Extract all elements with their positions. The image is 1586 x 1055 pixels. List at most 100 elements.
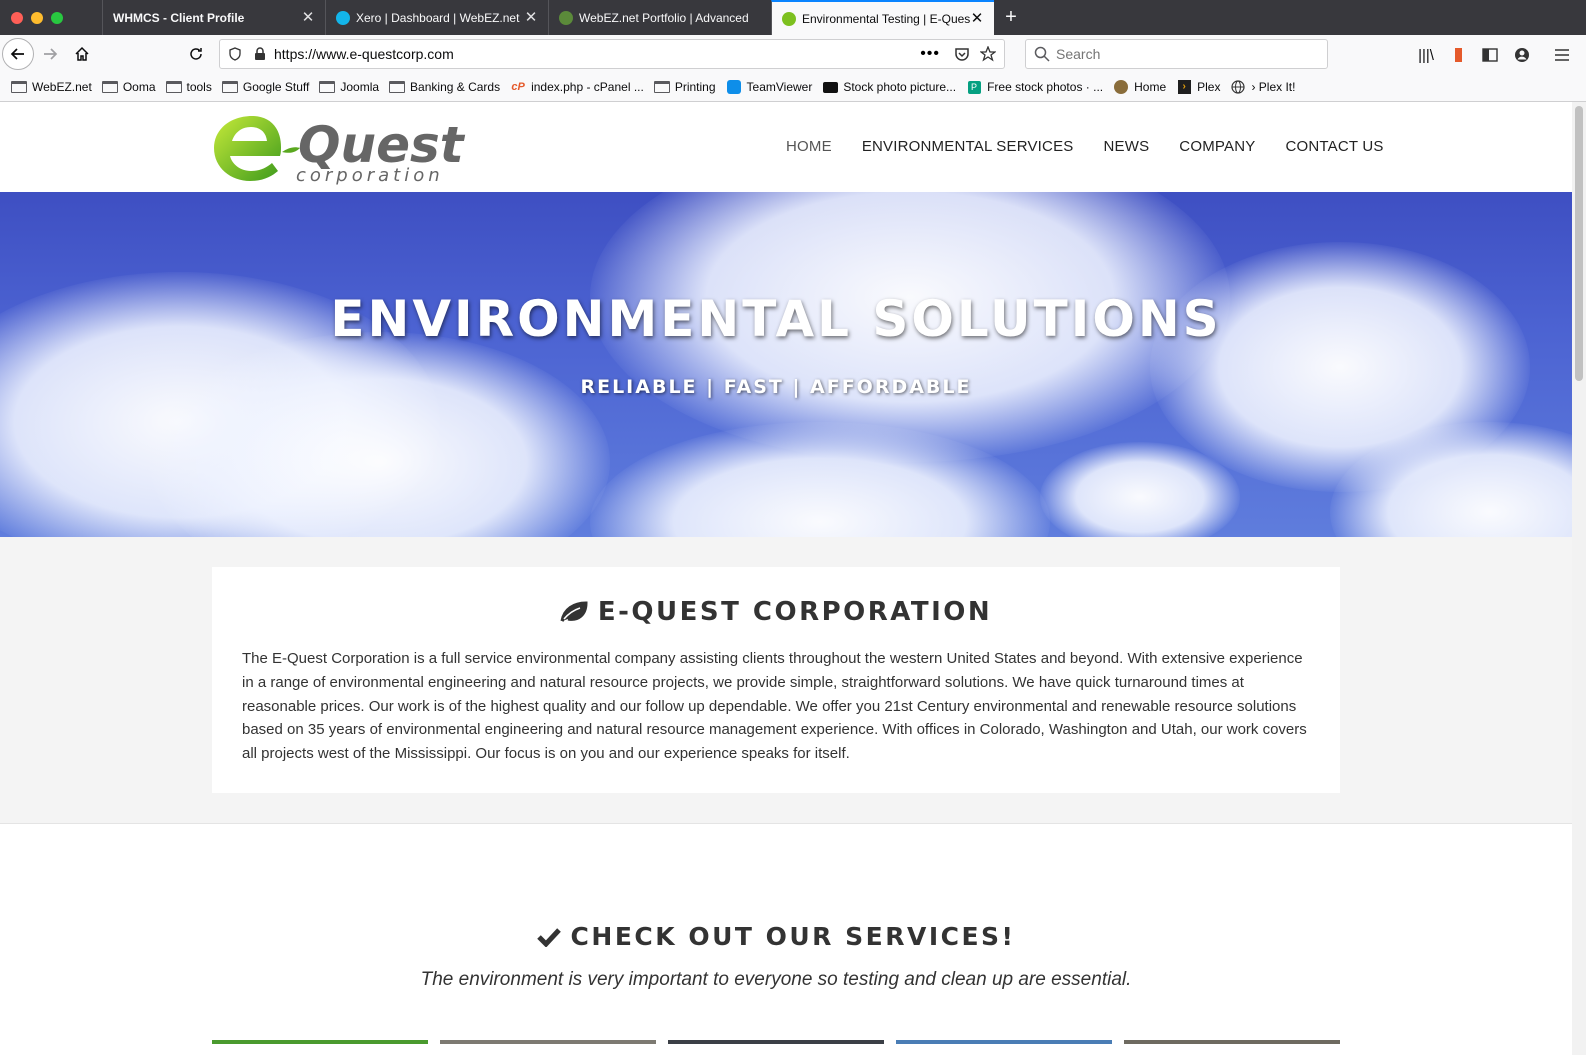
window-controls: [0, 0, 102, 35]
page-actions-icon[interactable]: •••: [920, 45, 940, 63]
url-text: https://www.e-questcorp.com: [274, 46, 454, 62]
library-icon: |||\: [1418, 46, 1434, 64]
bookmark-item[interactable]: TeamViewer: [723, 80, 820, 94]
tracking-shield-icon[interactable]: [228, 47, 242, 61]
pocket-icon[interactable]: [954, 46, 970, 62]
bookmark-item[interactable]: Home: [1110, 80, 1173, 94]
bookmark-label: tools: [186, 80, 212, 94]
folder-icon: [389, 81, 406, 94]
services-thumbnails: [212, 1040, 1340, 1044]
tab-webez-portfolio[interactable]: WebEZ.net Portfolio | Advanced: [548, 0, 771, 35]
forward-arrow-icon: [44, 48, 58, 60]
search-input[interactable]: [1056, 46, 1306, 62]
cpanel-icon: cP: [511, 81, 525, 93]
library-button[interactable]: |||\: [1410, 39, 1442, 71]
bookmark-star-icon[interactable]: [980, 46, 996, 62]
about-card: E-QUEST CORPORATION The E-Quest Corporat…: [212, 567, 1340, 793]
folder-icon: [101, 81, 118, 94]
nav-company[interactable]: COMPANY: [1179, 138, 1255, 155]
reload-icon: [190, 48, 202, 60]
bookmark-item[interactable]: › Plex: [1173, 80, 1227, 94]
extension-icon: [1454, 48, 1462, 62]
bookmark-item[interactable]: › Plex It!: [1227, 80, 1302, 94]
bookmark-item[interactable]: Ooma: [99, 80, 163, 94]
leaf-icon: [560, 601, 588, 622]
bookmark-item[interactable]: cP index.php - cPanel ...: [507, 80, 651, 94]
service-thumbnail[interactable]: [440, 1040, 656, 1044]
bookmark-label: index.php - cPanel ...: [531, 80, 644, 94]
about-title-text: E-QUEST CORPORATION: [597, 597, 993, 627]
tab-whmcs[interactable]: WHMCS - Client Profile ✕: [102, 0, 325, 35]
bookmark-item[interactable]: Printing: [651, 80, 723, 94]
folder-icon: [319, 81, 336, 94]
nav-environmental-services[interactable]: ENVIRONMENTAL SERVICES: [862, 138, 1074, 155]
bookmarks-toolbar: WebEZ.net Ooma tools Google Stuff Joomla…: [0, 73, 1586, 102]
minimize-window-button[interactable]: [31, 11, 43, 24]
folder-icon: [165, 81, 182, 94]
nav-contact-us[interactable]: CONTACT US: [1285, 138, 1383, 155]
bookmark-label: Banking & Cards: [410, 80, 501, 94]
close-window-button[interactable]: [11, 11, 23, 24]
forward-button[interactable]: [34, 38, 66, 70]
home-site-icon: [1113, 80, 1129, 94]
tab-title: WebEZ.net Portfolio | Advanced: [579, 10, 749, 25]
page-scrollbar[interactable]: [1572, 102, 1586, 1055]
bookmark-label: WebEZ.net: [32, 80, 92, 94]
hero-subtitle: RELIABLE | FAST | AFFORDABLE: [580, 376, 972, 398]
hero-banner: ENVIRONMENTAL SOLUTIONS RELIABLE | FAST …: [0, 192, 1572, 537]
zoom-window-button[interactable]: [51, 11, 63, 24]
close-tab-icon[interactable]: ✕: [524, 10, 538, 25]
address-bar[interactable]: https://www.e-questcorp.com •••: [219, 39, 1005, 69]
menu-button[interactable]: [1546, 39, 1578, 71]
hamburger-menu-icon: [1555, 49, 1569, 61]
bookmark-item[interactable]: tools: [163, 80, 219, 94]
reload-button[interactable]: [180, 38, 212, 70]
bookmark-label: Free stock photos · ...: [987, 80, 1104, 94]
extension-button[interactable]: [1442, 39, 1474, 71]
account-icon: [1515, 48, 1529, 62]
bookmark-item[interactable]: Stock photo picture...: [819, 80, 963, 94]
bookmark-item[interactable]: Google Stuff: [219, 80, 317, 94]
browser-tab-strip: WHMCS - Client Profile ✕ Xero | Dashboar…: [0, 0, 1586, 35]
home-button[interactable]: [66, 38, 98, 70]
close-tab-icon[interactable]: ✕: [970, 11, 984, 26]
camera-icon: [822, 81, 838, 94]
webez-favicon-icon: [559, 10, 573, 25]
bookmark-item[interactable]: P Free stock photos · ...: [963, 80, 1110, 94]
folder-icon: [653, 81, 670, 94]
bookmark-label: Ooma: [122, 80, 156, 94]
sidebar-button[interactable]: [1474, 39, 1506, 71]
lock-icon[interactable]: [254, 47, 266, 61]
service-thumbnail[interactable]: [896, 1040, 1112, 1044]
site-header: Quest corporation HOME ENVIRONMENTAL SER…: [0, 102, 1572, 192]
tab-xero[interactable]: Xero | Dashboard | WebEZ.net ✕: [325, 0, 548, 35]
bookmark-item[interactable]: WebEZ.net: [8, 80, 99, 94]
nav-home[interactable]: HOME: [786, 138, 832, 155]
service-thumbnail[interactable]: [212, 1040, 428, 1044]
home-icon: [75, 46, 89, 61]
search-icon: [1034, 46, 1050, 62]
services-section: CHECK OUT OUR SERVICES! The environment …: [0, 824, 1572, 1055]
search-bar[interactable]: [1025, 39, 1328, 69]
scrollbar-thumb[interactable]: [1575, 106, 1583, 381]
account-button[interactable]: [1506, 39, 1538, 71]
equest-favicon-icon: [782, 11, 796, 26]
services-title-text: CHECK OUT OUR SERVICES!: [570, 922, 1016, 951]
service-thumbnail[interactable]: [1124, 1040, 1340, 1044]
equest-logo[interactable]: Quest corporation: [212, 108, 477, 186]
bookmark-label: › Plex It!: [1251, 80, 1296, 94]
bookmark-label: TeamViewer: [746, 80, 813, 94]
back-button[interactable]: [2, 38, 34, 70]
bookmark-label: Joomla: [340, 80, 380, 94]
about-paragraph: The E-Quest Corporation is a full servic…: [242, 650, 1307, 763]
new-tab-button[interactable]: +: [994, 0, 1028, 35]
tab-title: WHMCS - Client Profile: [113, 10, 245, 25]
about-heading: E-QUEST CORPORATION: [212, 597, 1340, 627]
close-tab-icon[interactable]: ✕: [301, 10, 315, 25]
nav-news[interactable]: NEWS: [1103, 138, 1149, 155]
service-thumbnail[interactable]: [668, 1040, 884, 1044]
bookmark-item[interactable]: Banking & Cards: [386, 80, 507, 94]
bookmark-item[interactable]: Joomla: [316, 80, 386, 94]
tab-equest[interactable]: Environmental Testing | E-Quest ✕: [771, 0, 994, 35]
pexels-icon: P: [966, 80, 982, 94]
